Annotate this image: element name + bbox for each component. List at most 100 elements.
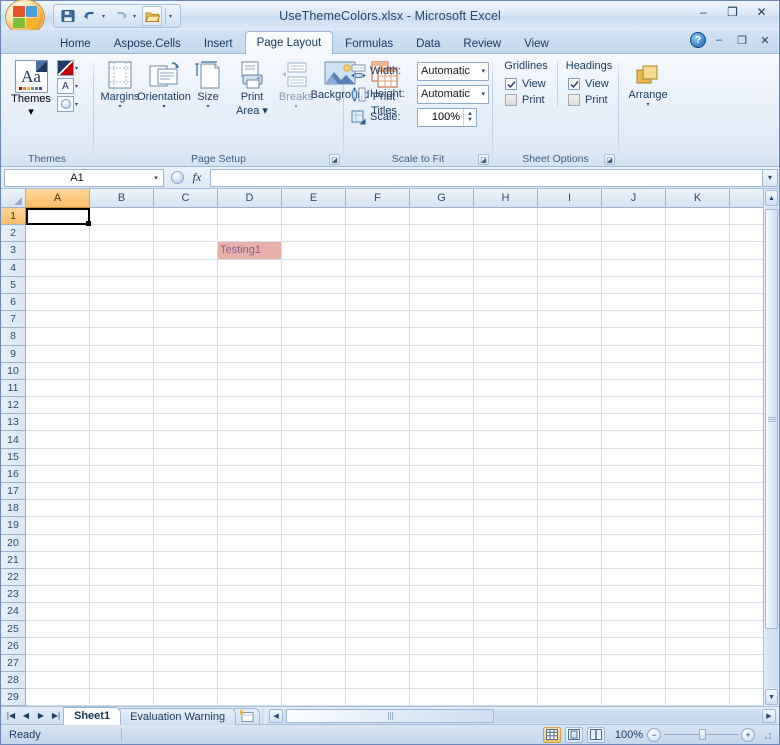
cell-undefined12[interactable] bbox=[730, 397, 763, 415]
cell-undefined22[interactable] bbox=[730, 569, 763, 587]
cell-F21[interactable] bbox=[346, 551, 410, 569]
cell-I28[interactable] bbox=[538, 672, 602, 690]
cell-C28[interactable] bbox=[154, 672, 218, 690]
cell-C2[interactable] bbox=[154, 225, 218, 243]
cell-I11[interactable] bbox=[538, 379, 602, 398]
cell-K20[interactable] bbox=[666, 534, 730, 552]
cell-C8[interactable] bbox=[154, 328, 218, 346]
cell-D8[interactable] bbox=[218, 328, 282, 346]
maximize-button[interactable]: ❐ bbox=[719, 3, 746, 21]
cell-J2[interactable] bbox=[602, 225, 666, 243]
cell-H18[interactable] bbox=[474, 500, 538, 518]
cell-undefined27[interactable] bbox=[730, 655, 763, 673]
cell-I6[interactable] bbox=[538, 293, 602, 312]
cell-undefined6[interactable] bbox=[730, 294, 763, 312]
cell-G7[interactable] bbox=[410, 311, 474, 329]
cell-G6[interactable] bbox=[410, 293, 474, 312]
cell-E4[interactable] bbox=[282, 259, 346, 277]
cell-G21[interactable] bbox=[410, 551, 474, 569]
ribbon-close-button[interactable]: ✕ bbox=[755, 32, 775, 48]
cell-D5[interactable] bbox=[218, 276, 282, 294]
cell-undefined28[interactable] bbox=[730, 672, 763, 690]
tab-split-handle[interactable] bbox=[262, 707, 267, 724]
cell-A19[interactable] bbox=[26, 517, 90, 535]
cell-A15[interactable] bbox=[26, 448, 90, 466]
cell-G20[interactable] bbox=[410, 534, 474, 552]
scale-height-combobox[interactable]: Automatic ▾ bbox=[417, 84, 489, 104]
cell-I12[interactable] bbox=[538, 397, 602, 415]
sheet-options-dialog-launcher[interactable]: ◪ bbox=[604, 154, 615, 165]
cell-A1[interactable] bbox=[26, 208, 90, 226]
row-header-25[interactable]: 25 bbox=[1, 620, 26, 638]
size-button[interactable]: Size ▾ bbox=[186, 58, 230, 113]
scale-height-caret-icon[interactable]: ▾ bbox=[481, 90, 485, 98]
cell-H10[interactable] bbox=[474, 362, 538, 380]
cell-I7[interactable] bbox=[538, 311, 602, 329]
cell-H22[interactable] bbox=[474, 568, 538, 587]
cell-E28[interactable] bbox=[282, 672, 346, 690]
cell-C26[interactable] bbox=[154, 637, 218, 655]
cell-G14[interactable] bbox=[410, 431, 474, 449]
cell-K12[interactable] bbox=[666, 397, 730, 415]
column-header-E[interactable]: E bbox=[282, 189, 346, 208]
cell-I1[interactable] bbox=[538, 208, 602, 226]
cell-F24[interactable] bbox=[346, 603, 410, 621]
cell-undefined9[interactable] bbox=[730, 346, 763, 363]
cell-I15[interactable] bbox=[538, 448, 602, 466]
cell-F26[interactable] bbox=[346, 637, 410, 655]
cell-D29[interactable] bbox=[218, 689, 282, 706]
redo-button[interactable] bbox=[111, 6, 131, 26]
formula-toggle-button[interactable] bbox=[167, 169, 187, 187]
expand-formula-bar-button[interactable]: ▾ bbox=[762, 168, 778, 187]
cell-H13[interactable] bbox=[474, 414, 538, 432]
cell-I5[interactable] bbox=[538, 276, 602, 294]
page-break-preview-button[interactable] bbox=[587, 726, 605, 743]
cell-E10[interactable] bbox=[282, 362, 346, 380]
cell-C21[interactable] bbox=[154, 551, 218, 569]
cell-I25[interactable] bbox=[538, 620, 602, 638]
cell-D24[interactable] bbox=[218, 603, 282, 621]
cell-J4[interactable] bbox=[602, 259, 666, 277]
headings-print-checkbox[interactable]: Print bbox=[560, 92, 608, 108]
row-header-14[interactable]: 14 bbox=[1, 431, 26, 449]
cell-C4[interactable] bbox=[154, 259, 218, 277]
column-header-J[interactable]: J bbox=[602, 189, 666, 208]
cell-K4[interactable] bbox=[666, 259, 730, 277]
cell-B4[interactable] bbox=[90, 259, 154, 277]
cell-H20[interactable] bbox=[474, 534, 538, 552]
cell-D19[interactable] bbox=[218, 517, 282, 535]
cell-undefined13[interactable] bbox=[730, 414, 763, 432]
cell-D16[interactable] bbox=[218, 465, 282, 483]
cell-C27[interactable] bbox=[154, 654, 218, 673]
theme-fonts-button[interactable]: A ▾ bbox=[57, 78, 78, 94]
cell-I21[interactable] bbox=[538, 551, 602, 569]
cell-D26[interactable] bbox=[218, 637, 282, 655]
zoom-in-button[interactable]: + bbox=[741, 727, 755, 742]
scroll-right-button[interactable]: ▶ bbox=[762, 708, 776, 723]
cell-K22[interactable] bbox=[666, 568, 730, 587]
cell-J22[interactable] bbox=[602, 568, 666, 587]
column-header-partial[interactable] bbox=[730, 189, 763, 208]
cell-A5[interactable] bbox=[26, 276, 90, 294]
cell-K1[interactable] bbox=[666, 208, 730, 226]
scroll-left-button[interactable]: ◀ bbox=[269, 708, 284, 723]
cell-B1[interactable] bbox=[90, 208, 154, 226]
cell-A26[interactable] bbox=[26, 637, 90, 655]
cell-B17[interactable] bbox=[90, 483, 154, 501]
cell-D28[interactable] bbox=[218, 672, 282, 690]
cell-H19[interactable] bbox=[474, 517, 538, 535]
cell-undefined26[interactable] bbox=[730, 638, 763, 655]
cell-C14[interactable] bbox=[154, 431, 218, 449]
orientation-caret-icon[interactable]: ▾ bbox=[162, 104, 165, 111]
cell-G3[interactable] bbox=[410, 242, 474, 260]
cell-G11[interactable] bbox=[410, 379, 474, 398]
cell-K9[interactable] bbox=[666, 345, 730, 363]
cell-C17[interactable] bbox=[154, 483, 218, 501]
first-sheet-button[interactable]: |◀ bbox=[4, 709, 18, 723]
cell-F15[interactable] bbox=[346, 448, 410, 466]
cell-I27[interactable] bbox=[538, 654, 602, 673]
cell-undefined15[interactable] bbox=[730, 449, 763, 466]
column-header-H[interactable]: H bbox=[474, 189, 538, 208]
name-box[interactable]: A1 ▾ bbox=[4, 168, 164, 187]
cell-H12[interactable] bbox=[474, 397, 538, 415]
